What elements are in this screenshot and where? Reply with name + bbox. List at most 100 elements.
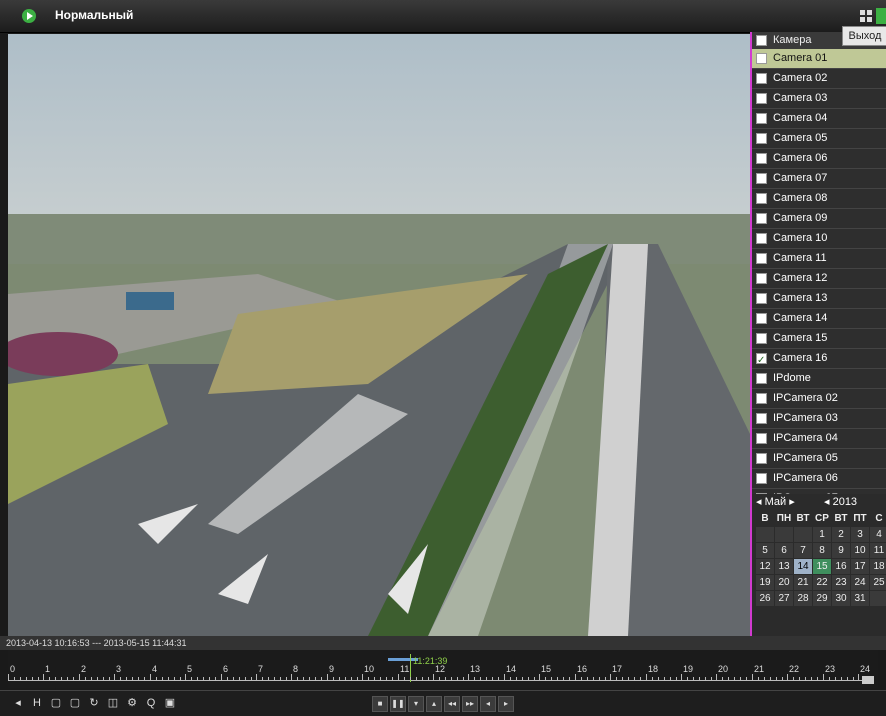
settings-icon[interactable]: ⚙ (124, 696, 140, 710)
camera-checkbox[interactable] (756, 92, 767, 104)
camera-item[interactable]: Camera 06 (752, 149, 886, 169)
camera-checkbox[interactable] (756, 332, 767, 344)
camera-checkbox[interactable] (756, 351, 767, 370)
camera-item[interactable]: Camera 02 (752, 69, 886, 89)
calendar-day[interactable]: 2 (832, 527, 850, 542)
select-all-checkbox[interactable] (756, 34, 767, 46)
calendar-day[interactable]: 1 (813, 527, 831, 542)
calendar-day[interactable]: 7 (794, 543, 812, 558)
camera-checkbox[interactable] (756, 252, 767, 264)
exit-button[interactable]: Выход (842, 26, 886, 46)
camera-item[interactable]: Camera 01 (752, 49, 886, 69)
timeline-zoom-button[interactable] (862, 676, 874, 684)
video-view[interactable] (8, 34, 750, 636)
calendar-day[interactable]: 12 (756, 559, 774, 574)
camera-list[interactable]: Camera 01 Camera 02 Camera 03 Camera 04 Came… (752, 49, 886, 494)
calendar-day[interactable]: 8 (813, 543, 831, 558)
calendar-day[interactable]: 9 (832, 543, 850, 558)
calendar-day[interactable]: 29 (813, 591, 831, 606)
camera-item[interactable]: Camera 13 (752, 289, 886, 309)
camera-checkbox[interactable] (756, 52, 767, 64)
play-mode-icon[interactable] (22, 9, 36, 23)
slow-icon[interactable]: ▾ (408, 696, 424, 712)
fast-icon[interactable]: ▴ (426, 696, 442, 712)
step-forward-icon[interactable]: ▸▸ (462, 696, 478, 712)
camera-item[interactable]: Camera 04 (752, 109, 886, 129)
timeline[interactable]: 11:21:39 0 1 2 3 4 5 6 7 8 9 10 11 12 13 14 15 16 17 18 19 2… (8, 650, 878, 688)
calendar-day[interactable]: 26 (756, 591, 774, 606)
camera-item[interactable]: Camera 05 (752, 129, 886, 149)
camera-item[interactable]: Camera 03 (752, 89, 886, 109)
camera-checkbox[interactable] (756, 232, 767, 244)
picture-icon[interactable]: ▣ (162, 696, 178, 710)
calendar-day[interactable]: 6 (775, 543, 793, 558)
camera-checkbox[interactable] (756, 432, 767, 444)
camera-item[interactable]: Camera 11 (752, 249, 886, 269)
next-icon[interactable]: ▸ (498, 696, 514, 712)
clip-icon[interactable]: H (29, 696, 45, 710)
calendar-day[interactable]: 4 (870, 527, 886, 542)
prev-icon[interactable]: ◂ (480, 696, 496, 712)
camera-item[interactable]: Camera 16 (752, 349, 886, 370)
camera-checkbox[interactable] (756, 372, 767, 384)
camera-item[interactable]: IPCamera 06 (752, 469, 886, 489)
calendar-day[interactable]: 25 (870, 575, 886, 590)
calendar-day[interactable]: 11 (870, 543, 886, 558)
camera-checkbox[interactable] (756, 212, 767, 224)
camera-checkbox[interactable] (756, 312, 767, 324)
month-selector[interactable]: ◂ Май ▸ (756, 494, 795, 511)
step-back-icon[interactable]: ◂◂ (444, 696, 460, 712)
calendar-day[interactable]: 13 (775, 559, 793, 574)
camera-item[interactable]: IPCamera 03 (752, 409, 886, 429)
zoom-icon[interactable]: Q (143, 696, 159, 710)
calendar-day[interactable]: 31 (851, 591, 869, 606)
calendar-day[interactable]: 19 (756, 575, 774, 590)
calendar-day[interactable]: 24 (851, 575, 869, 590)
calendar-day[interactable]: 27 (775, 591, 793, 606)
snapshot-icon[interactable]: ▢ (48, 696, 64, 710)
calendar-day[interactable]: 28 (794, 591, 812, 606)
fullscreen-button[interactable] (876, 8, 886, 24)
camera-item[interactable]: Camera 07 (752, 169, 886, 189)
camera-item[interactable]: IPCamera 04 (752, 429, 886, 449)
camera-checkbox[interactable] (756, 152, 767, 164)
camera-item[interactable]: Camera 10 (752, 229, 886, 249)
year-selector[interactable]: ◂ 2013 (824, 494, 857, 511)
calendar-day[interactable]: 16 (832, 559, 850, 574)
volume-icon[interactable]: ◂ (10, 696, 26, 710)
camera-checkbox[interactable] (756, 292, 767, 304)
calendar-day[interactable]: 18 (870, 559, 886, 574)
camera-checkbox[interactable] (756, 112, 767, 124)
camera-item[interactable]: Camera 09 (752, 209, 886, 229)
camera-item[interactable]: Camera 08 (752, 189, 886, 209)
camera-item[interactable]: Camera 12 (752, 269, 886, 289)
camera-checkbox[interactable] (756, 272, 767, 284)
camera-checkbox[interactable] (756, 72, 767, 84)
stop-clip-icon[interactable]: ▢ (67, 696, 83, 710)
camera-checkbox[interactable] (756, 452, 767, 464)
camera-item[interactable]: IPCamera 02 (752, 389, 886, 409)
camera-item[interactable]: IPdome (752, 369, 886, 389)
calendar-day[interactable]: 17 (851, 559, 869, 574)
camera-checkbox[interactable] (756, 172, 767, 184)
calendar-day[interactable]: 22 (813, 575, 831, 590)
camera-item[interactable]: Camera 15 (752, 329, 886, 349)
camera-checkbox[interactable] (756, 192, 767, 204)
camera-checkbox[interactable] (756, 472, 767, 484)
camera-checkbox[interactable] (756, 132, 767, 144)
calendar-day[interactable]: 10 (851, 543, 869, 558)
add-tag-icon[interactable]: ◫ (105, 696, 121, 710)
pause-icon[interactable]: ❚❚ (390, 696, 406, 712)
layout-grid-icon[interactable] (860, 10, 872, 22)
calendar-day[interactable]: 23 (832, 575, 850, 590)
calendar-day[interactable]: 20 (775, 575, 793, 590)
calendar-day[interactable]: 21 (794, 575, 812, 590)
stop-icon[interactable]: ■ (372, 696, 388, 712)
calendar-day[interactable]: 5 (756, 543, 774, 558)
camera-item[interactable]: IPCamera 05 (752, 449, 886, 469)
camera-checkbox[interactable] (756, 392, 767, 404)
calendar-day[interactable]: 3 (851, 527, 869, 542)
calendar-day[interactable]: 15 (813, 559, 831, 574)
tag-icon[interactable]: ↻ (86, 696, 102, 710)
camera-checkbox[interactable] (756, 412, 767, 424)
